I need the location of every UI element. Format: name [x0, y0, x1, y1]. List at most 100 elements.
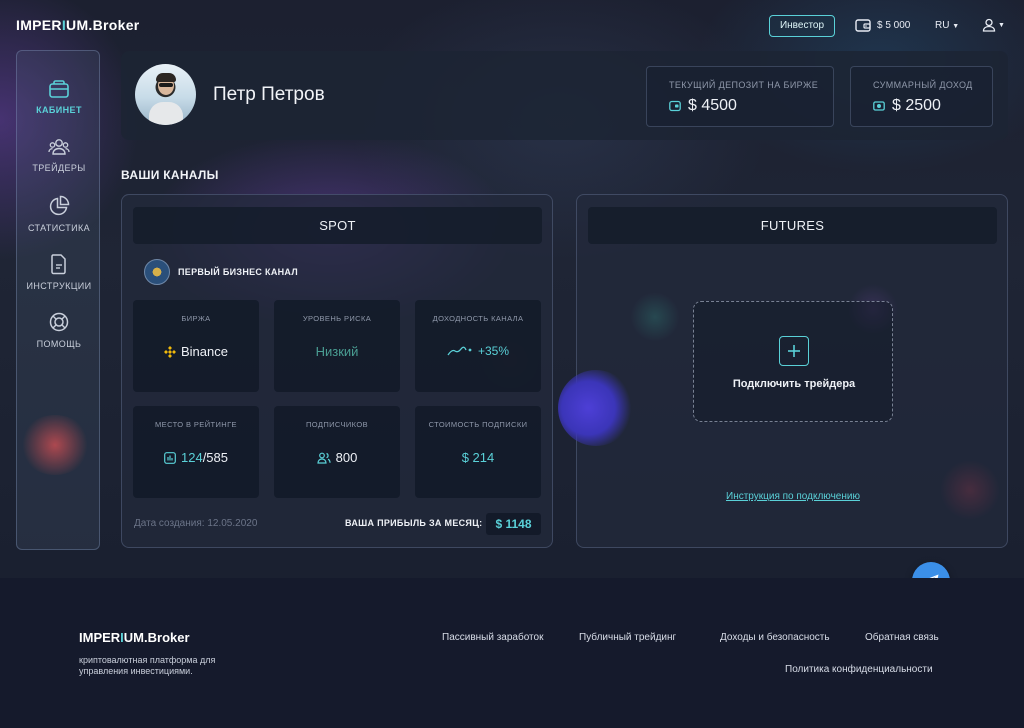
avatar-glasses	[159, 83, 173, 87]
sidebar: КАБИНЕТ ТРЕЙДЕРЫ СТАТИСТИКА ИНСТРУКЦИИ П…	[16, 50, 100, 550]
bar-chart-icon	[164, 451, 176, 464]
avatar[interactable]	[135, 64, 196, 125]
logo-text-pre: IMPER	[16, 17, 62, 33]
sidebar-item-label: КАБИНЕТ	[36, 105, 82, 115]
footer-logo[interactable]: IMPERIUM.Broker	[79, 630, 190, 645]
yield-value: +35%	[477, 344, 510, 358]
language-value: RU	[935, 20, 950, 31]
tile-value: Низкий	[315, 344, 359, 359]
deposit-box: ТЕКУЩИЙ ДЕПОЗИТ НА БИРЖЕ $ 4500	[646, 66, 834, 127]
chevron-down-icon: ▼	[952, 23, 960, 30]
binance-icon	[164, 345, 176, 358]
sidebar-item-label: СТАТИСТИКА	[27, 223, 91, 233]
rating-position: 124	[180, 450, 203, 465]
sidebar-item-statistics[interactable]: СТАТИСТИКА	[17, 195, 101, 233]
connect-trader-button[interactable]: Подключить трейдера	[693, 301, 893, 422]
profit-label: ВАША ПРИБЫЛЬ ЗА МЕСЯЦ:	[345, 518, 483, 528]
profit-value: $ 1148	[486, 513, 541, 535]
tile-value: $ 214	[461, 450, 495, 465]
tile-exchange: БИРЖА Binance	[133, 300, 259, 392]
tile-value: +35%	[415, 344, 541, 358]
balance-display[interactable]: $ 5 000	[855, 18, 910, 32]
logo-text-pre: IMPER	[79, 630, 121, 645]
footer-description: криптовалютная платформа для управления …	[79, 655, 216, 676]
tile-risk: УРОВЕНЬ РИСКА Низкий	[274, 300, 400, 392]
futures-card: FUTURES Подключить трейдера Инструкция п…	[576, 194, 1008, 548]
footer-link-passive-income[interactable]: Пассивный заработок	[442, 632, 543, 643]
channel-header[interactable]: ПЕРВЫЙ БИЗНЕС КАНАЛ	[144, 259, 298, 285]
user-icon	[982, 18, 996, 32]
user-name: Петр Петров	[213, 84, 325, 105]
tile-value: Binance	[133, 344, 259, 359]
brand-logo[interactable]: IMPERIUM.Broker	[16, 17, 140, 33]
channels-section-title: ВАШИ КАНАЛЫ	[121, 168, 219, 182]
deposit-value-row: $ 4500	[669, 97, 737, 115]
pie-chart-icon	[49, 195, 70, 216]
tile-value: 124/585	[133, 450, 259, 465]
balance-value: $ 5 000	[877, 19, 911, 31]
rating-value: 124/585	[181, 450, 228, 465]
decor-glow-blue	[558, 370, 634, 446]
spot-card: SPOT ПЕРВЫЙ БИЗНЕС КАНАЛ БИРЖА Binance У…	[121, 194, 553, 548]
users-icon	[317, 452, 331, 464]
connect-trader-label: Подключить трейдера	[732, 378, 856, 390]
income-value: $ 2500	[892, 97, 941, 114]
sidebar-item-label: ПОМОЩЬ	[36, 339, 82, 349]
plus-icon	[779, 336, 809, 366]
profile-card: Петр Петров ТЕКУЩИЙ ДЕПОЗИТ НА БИРЖЕ $ 4…	[121, 51, 1008, 140]
sidebar-item-help[interactable]: ПОМОЩЬ	[17, 311, 101, 349]
plus-glyph	[788, 345, 800, 357]
tile-rating: МЕСТО В РЕЙТИНГЕ 124/585	[133, 406, 259, 498]
deposit-title: ТЕКУЩИЙ ДЕПОЗИТ НА БИРЖЕ	[669, 80, 819, 90]
tile-yield: ДОХОДНОСТЬ КАНАЛА +35%	[415, 300, 541, 392]
sidebar-item-instructions[interactable]: ИНСТРУКЦИИ	[17, 253, 101, 291]
logo-text-post: UM	[66, 17, 89, 33]
wallet-icon	[49, 80, 69, 98]
chevron-down-icon: ▼	[998, 21, 1005, 29]
sidebar-item-cabinet[interactable]: КАБИНЕТ	[17, 79, 101, 115]
channel-avatar	[144, 259, 170, 285]
futures-card-title: FUTURES	[588, 207, 997, 244]
tile-title: БИРЖА	[181, 314, 211, 323]
exchange-name: Binance	[181, 344, 228, 359]
tile-title: СТОИМОСТЬ ПОДПИСКИ	[428, 420, 528, 429]
tile-title: УРОВЕНЬ РИСКА	[302, 314, 372, 323]
avatar-hair	[156, 73, 176, 82]
wallet-icon	[855, 19, 871, 32]
sidebar-item-label: ТРЕЙДЕРЫ	[32, 163, 86, 173]
footer-link-feedback[interactable]: Обратная связь	[865, 632, 939, 643]
top-header: IMPERIUM.Broker Инвестор $ 5 000 RU ▼ ▼	[0, 0, 1024, 52]
sidebar-item-traders[interactable]: ТРЕЙДЕРЫ	[17, 137, 101, 173]
footer-link-privacy-policy[interactable]: Политика конфиденциальности	[785, 664, 933, 675]
footer-link-income-security[interactable]: Доходы и безопасность	[720, 632, 830, 643]
channel-created-date: Дата создания: 12.05.2020	[134, 518, 258, 529]
tile-title: ДОХОДНОСТЬ КАНАЛА	[432, 314, 524, 323]
investor-button[interactable]: Инвестор	[769, 15, 835, 37]
trend-line-icon	[447, 346, 472, 356]
users-icon	[48, 139, 70, 155]
tile-value: 800	[274, 450, 400, 465]
income-value-row: $ 2500	[873, 97, 941, 115]
income-box: СУММАРНЫЙ ДОХОД $ 2500	[850, 66, 993, 127]
logo-text-suffix: .Broker	[144, 630, 190, 645]
tile-subscribers: ПОДПИСЧИКОВ 800	[274, 406, 400, 498]
logo-text-suffix: .Broker	[88, 17, 140, 33]
money-icon	[873, 101, 885, 111]
lifebuoy-icon	[49, 312, 69, 332]
document-icon	[51, 254, 66, 275]
footer: IMPERIUM.Broker криптовалютная платформа…	[0, 578, 1024, 728]
wallet-icon	[669, 100, 681, 112]
connection-instruction-link[interactable]: Инструкция по подключению	[577, 491, 1009, 502]
logo-text-post: UM	[123, 630, 145, 645]
rating-total: /585	[202, 450, 228, 465]
avatar-shirt	[149, 102, 183, 125]
tile-title: ПОДПИСЧИКОВ	[306, 420, 368, 429]
subscribers-value: 800	[335, 450, 358, 465]
spot-card-title: SPOT	[133, 207, 542, 244]
language-selector[interactable]: RU ▼	[935, 20, 959, 31]
sidebar-item-label: ИНСТРУКЦИИ	[26, 281, 92, 291]
tile-subscription-cost: СТОИМОСТЬ ПОДПИСКИ $ 214	[415, 406, 541, 498]
user-menu[interactable]: ▼	[982, 18, 1005, 32]
channel-name: ПЕРВЫЙ БИЗНЕС КАНАЛ	[178, 267, 298, 277]
footer-link-public-trading[interactable]: Публичный трейдинг	[579, 632, 676, 643]
